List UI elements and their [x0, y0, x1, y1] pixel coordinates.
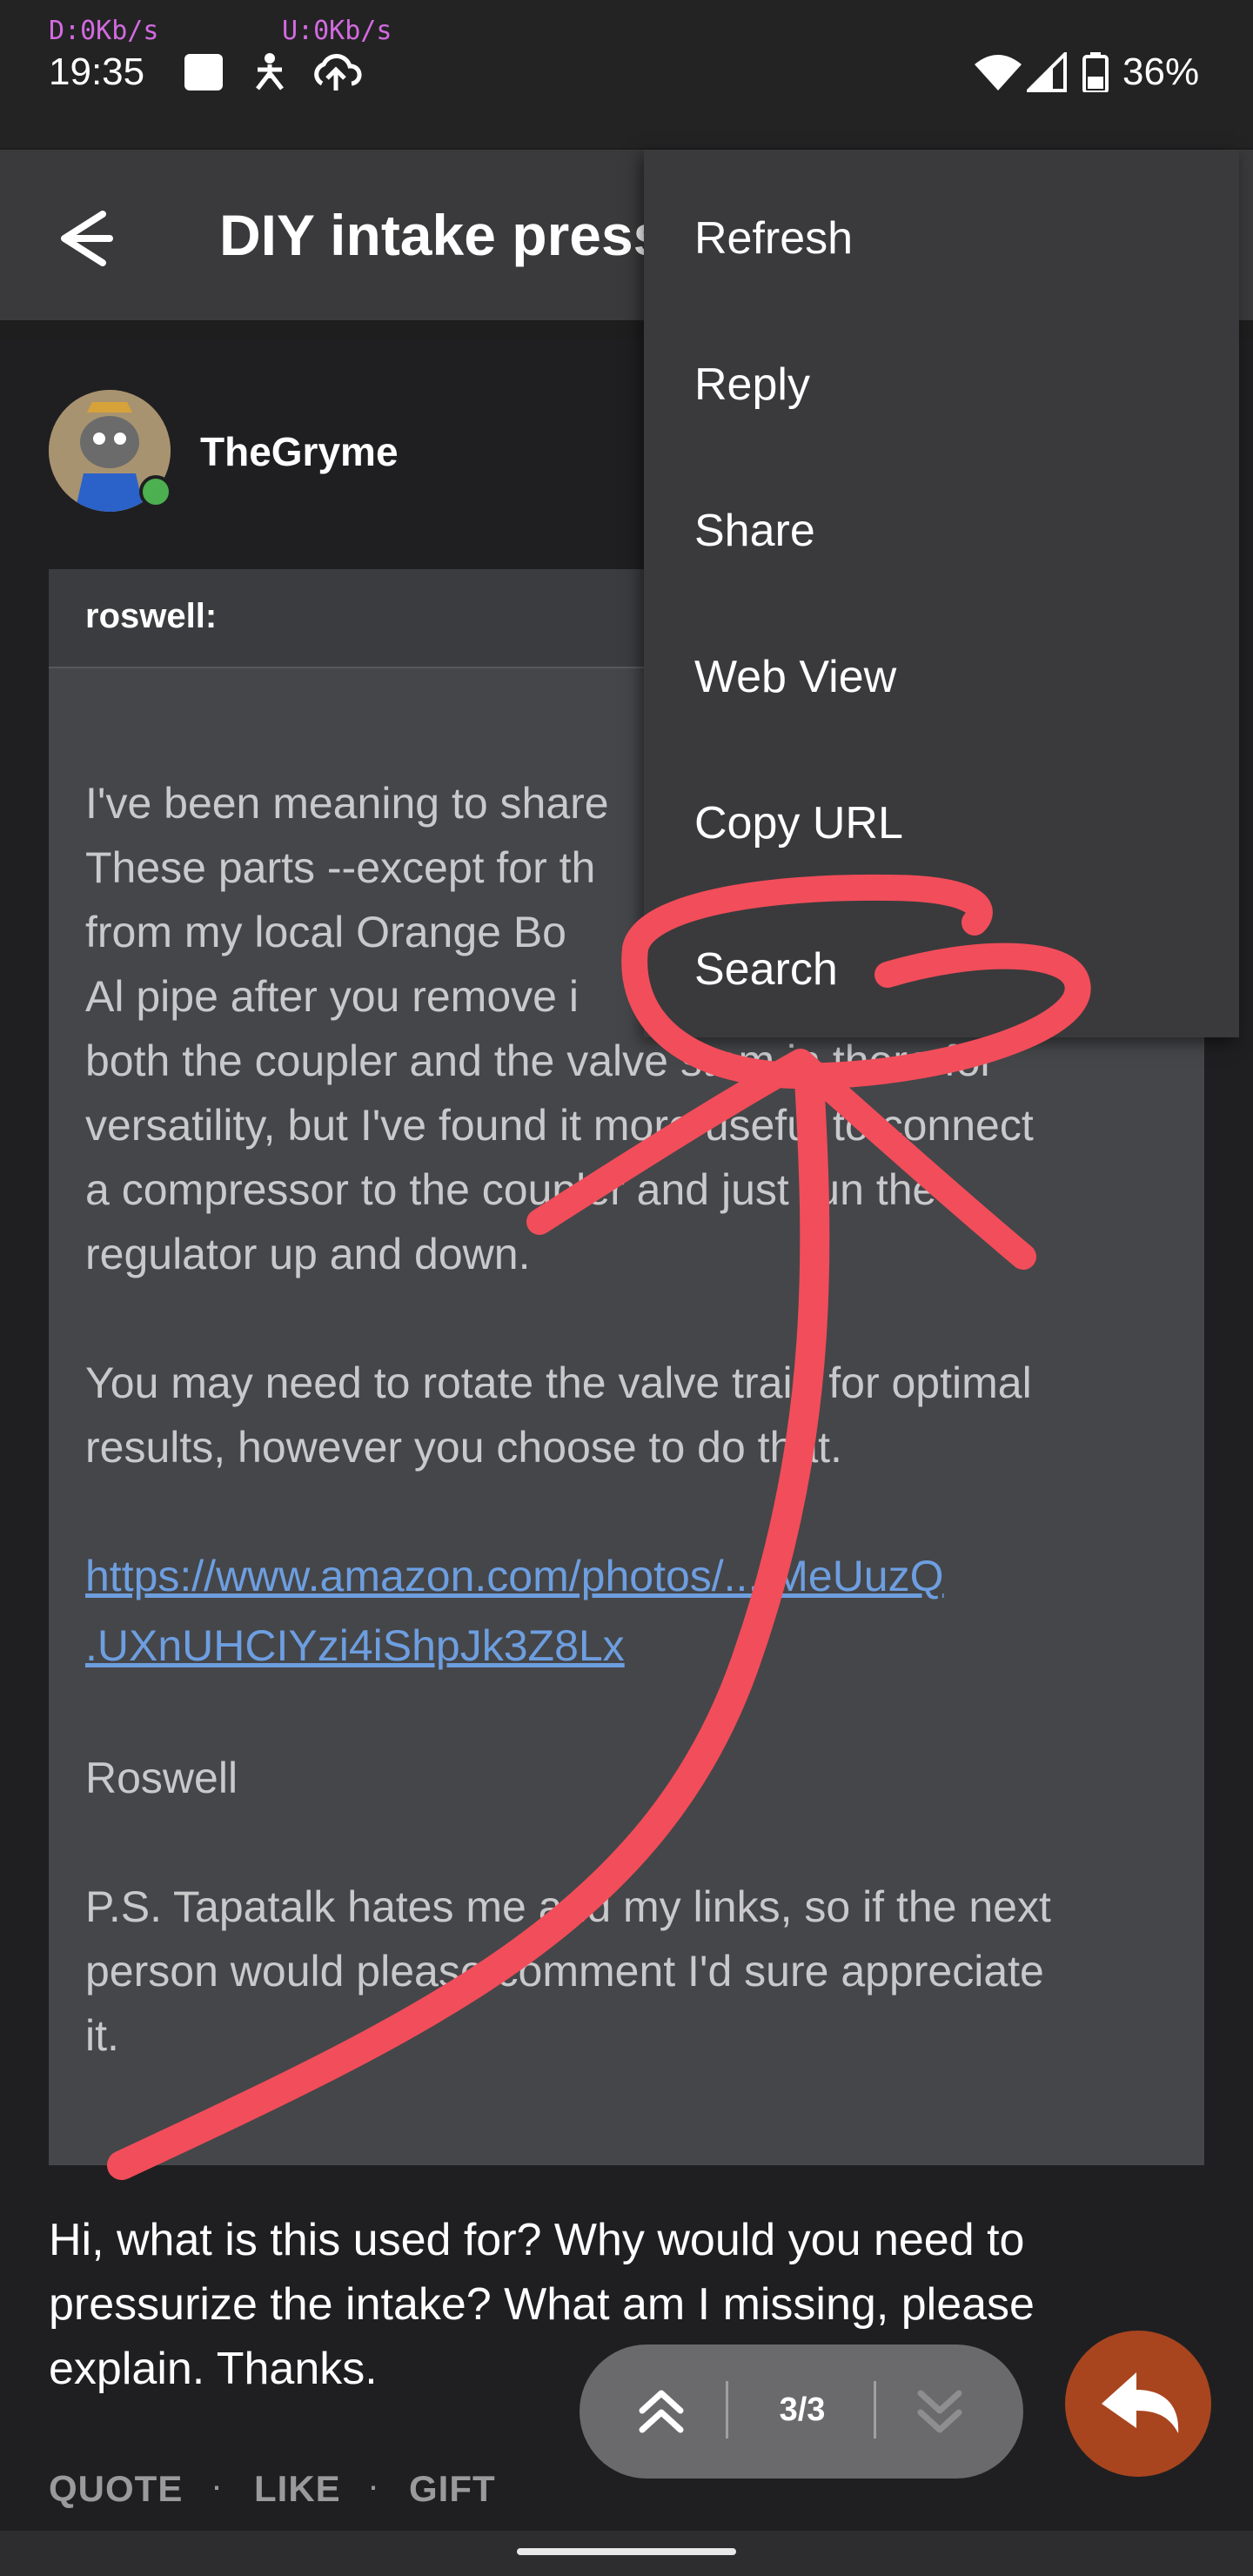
menu-item-label: Reply [694, 359, 810, 410]
upload-speed: U:0Kb/s [282, 16, 392, 46]
pager-divider [874, 2381, 876, 2438]
battery-icon [1082, 52, 1109, 92]
action-separator: · [211, 2465, 223, 2506]
double-chevron-up-icon [639, 2390, 684, 2433]
quote-line: from my local Orange Bo [85, 908, 566, 956]
menu-item-share[interactable]: Share [644, 456, 1239, 602]
back-button[interactable] [49, 197, 136, 275]
quote-line: versatility, but I've found it more usef… [85, 1101, 1034, 1150]
quote-line: I've been meaning to share [85, 779, 609, 828]
download-speed: D:0Kb/s [49, 16, 159, 46]
reply-text-line: explain. Thanks. [49, 2344, 378, 2394]
page-indicator[interactable]: 3/3 [766, 2392, 839, 2429]
quote-line: a compressor to the coupler and just run… [85, 1165, 937, 1214]
menu-item-label: Refresh [694, 213, 854, 264]
online-status-dot [139, 475, 172, 508]
accessibility-icon [256, 53, 284, 91]
quote-line: regulator up and down. [85, 1230, 531, 1278]
battery-percent: 36% [1122, 50, 1200, 93]
reply-icon [1102, 2372, 1179, 2433]
menu-item-label: Copy URL [694, 798, 903, 849]
quote-line: These parts --except for th [85, 843, 596, 892]
post-username[interactable]: TheGryme [200, 428, 399, 475]
signal-icon [1027, 52, 1067, 92]
menu-item-search[interactable]: Search [644, 895, 1239, 1041]
quote-action[interactable]: QUOTE [49, 2468, 183, 2510]
jump-to-bottom-button[interactable] [907, 2381, 973, 2442]
menu-item-label: Search [694, 944, 838, 995]
quote-line: person would please comment I'd sure app… [85, 1947, 1044, 1996]
menu-item-copy-url[interactable]: Copy URL [644, 748, 1239, 895]
menu-item-web-view[interactable]: Web View [644, 602, 1239, 748]
status-time: 19:35 [49, 50, 145, 93]
jump-to-top-button[interactable] [628, 2381, 694, 2442]
quote-line: it. [85, 2011, 119, 2060]
back-arrow-icon [61, 211, 113, 266]
action-separator: · [367, 2465, 379, 2506]
quote-line: Al pipe after you remove i [85, 972, 579, 1021]
quote-line: both the coupler and the valve stem in t… [85, 1036, 995, 1085]
double-chevron-down-icon [917, 2390, 962, 2433]
quote-link[interactable]: https://www.amazon.com/photos/...tMeUuzQ [85, 1551, 944, 1601]
like-action[interactable]: LIKE [254, 2468, 341, 2510]
menu-item-refresh[interactable]: Refresh [644, 164, 1239, 310]
notification-square-icon [184, 54, 223, 91]
reply-fab[interactable] [1065, 2331, 1211, 2477]
quote-line: results, however you choose to do that. [85, 1423, 842, 1472]
menu-item-reply[interactable]: Reply [644, 310, 1239, 456]
menu-item-label: Share [694, 506, 815, 556]
home-gesture-handle[interactable] [517, 2548, 736, 2555]
pager-divider [726, 2381, 728, 2438]
gift-action[interactable]: GIFT [409, 2468, 496, 2510]
quote-signature: Roswell [85, 1754, 238, 1802]
menu-item-label: Web View [694, 652, 897, 702]
reply-text-line: pressurize the intake? What am I missing… [49, 2279, 1035, 2330]
quote-line: You may need to rotate the valve train f… [85, 1358, 1032, 1407]
quote-link[interactable]: .UXnUHCIYzi4iShpJk3Z8Lx [85, 1620, 625, 1671]
quote-line: P.S. Tapatalk hates me and my links, so … [85, 1882, 1051, 1931]
cloud-upload-icon [314, 54, 362, 91]
wifi-icon [975, 55, 1022, 91]
quote-author: roswell: [85, 597, 218, 635]
reply-text-line: Hi, what is this used for? Why would you… [49, 2215, 1025, 2265]
